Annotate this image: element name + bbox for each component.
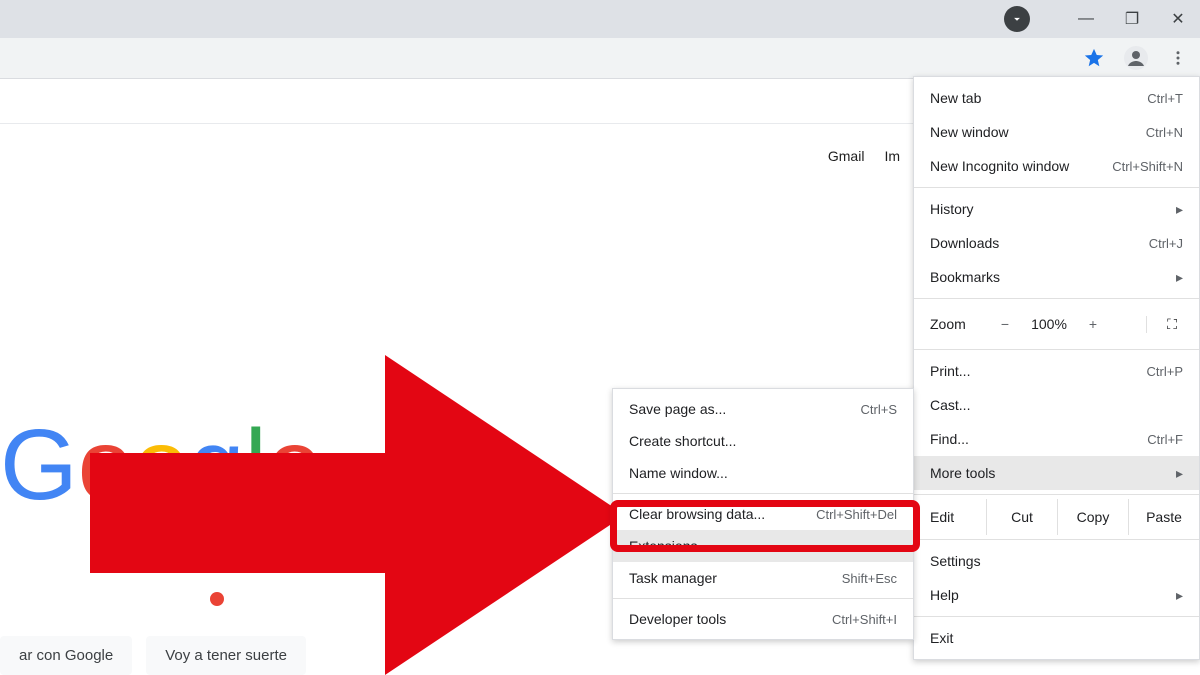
minimize-button[interactable]: — bbox=[1072, 5, 1100, 33]
submenu-item-savepage[interactable]: Save page as... Ctrl+S bbox=[613, 393, 913, 425]
bookmark-star-icon[interactable] bbox=[1080, 44, 1108, 72]
submenu-item-clearbrowsing[interactable]: Clear browsing data... Ctrl+Shift+Del bbox=[613, 498, 913, 530]
paste-button[interactable]: Paste bbox=[1128, 499, 1199, 535]
google-logo: G o o g l e bbox=[0, 415, 323, 515]
menu-item-find[interactable]: Find... Ctrl+F bbox=[914, 422, 1199, 456]
menu-item-cast[interactable]: Cast... bbox=[914, 388, 1199, 422]
menu-separator bbox=[914, 616, 1199, 617]
menu-item-label: Help bbox=[930, 587, 959, 603]
menu-item-incognito[interactable]: New Incognito window Ctrl+Shift+N bbox=[914, 149, 1199, 183]
menu-item-exit[interactable]: Exit bbox=[914, 621, 1199, 655]
menu-item-zoom: Zoom − 100% + ⛶ bbox=[914, 303, 1199, 345]
kebab-menu-icon[interactable] bbox=[1164, 44, 1192, 72]
google-search-button[interactable]: ar con Google bbox=[0, 636, 132, 675]
maximize-button[interactable]: ❐ bbox=[1118, 5, 1146, 33]
submenu-item-namewindow[interactable]: Name window... bbox=[613, 457, 913, 489]
menu-item-shortcut: Ctrl+P bbox=[1147, 364, 1183, 379]
logo-letter: g bbox=[189, 415, 245, 515]
cut-button[interactable]: Cut bbox=[986, 499, 1057, 535]
menu-item-downloads[interactable]: Downloads Ctrl+J bbox=[914, 226, 1199, 260]
menu-item-newtab[interactable]: New tab Ctrl+T bbox=[914, 81, 1199, 115]
menu-item-shortcut: Shift+Esc bbox=[842, 571, 897, 586]
logo-letter: e bbox=[267, 415, 323, 515]
submenu-item-extensions[interactable]: Extensions bbox=[613, 530, 913, 562]
profile-avatar-icon[interactable] bbox=[1122, 44, 1150, 72]
submenu-item-devtools[interactable]: Developer tools Ctrl+Shift+I bbox=[613, 603, 913, 635]
chrome-main-menu: New tab Ctrl+T New window Ctrl+N New Inc… bbox=[913, 76, 1200, 660]
close-button[interactable]: ✕ bbox=[1164, 5, 1192, 33]
toolbar bbox=[0, 38, 1200, 79]
menu-separator bbox=[914, 187, 1199, 188]
menu-item-edit: Edit Cut Copy Paste bbox=[914, 499, 1199, 535]
menu-item-label: New tab bbox=[930, 90, 981, 106]
submenu-item-createshortcut[interactable]: Create shortcut... bbox=[613, 425, 913, 457]
edit-label: Edit bbox=[930, 509, 986, 525]
menu-item-label: Downloads bbox=[930, 235, 999, 251]
menu-separator bbox=[914, 298, 1199, 299]
menu-item-shortcut: Ctrl+N bbox=[1146, 125, 1183, 140]
menu-item-moretools[interactable]: More tools ▸ bbox=[914, 456, 1199, 490]
menu-item-label: Print... bbox=[930, 363, 970, 379]
logo-letter: o bbox=[78, 415, 134, 515]
copy-button[interactable]: Copy bbox=[1057, 499, 1128, 535]
menu-item-label: New window bbox=[930, 124, 1009, 140]
menu-item-label: Exit bbox=[930, 630, 953, 646]
zoom-label: Zoom bbox=[930, 316, 988, 332]
images-link[interactable]: Im bbox=[884, 148, 900, 164]
menu-separator bbox=[613, 493, 913, 494]
download-indicator-icon[interactable] bbox=[1004, 6, 1030, 32]
menu-item-label: Find... bbox=[930, 431, 969, 447]
fullscreen-icon[interactable]: ⛶ bbox=[1146, 316, 1187, 333]
chevron-right-icon: ▸ bbox=[1176, 465, 1183, 482]
menu-item-help[interactable]: Help ▸ bbox=[914, 578, 1199, 612]
menu-item-label: Cast... bbox=[930, 397, 970, 413]
menu-item-shortcut: Ctrl+T bbox=[1147, 91, 1183, 106]
menu-item-bookmarks[interactable]: Bookmarks ▸ bbox=[914, 260, 1199, 294]
menu-item-shortcut: Ctrl+S bbox=[861, 402, 897, 417]
zoom-in-button[interactable]: + bbox=[1076, 316, 1110, 332]
menu-item-settings[interactable]: Settings bbox=[914, 544, 1199, 578]
menu-item-shortcut: Ctrl+Shift+N bbox=[1112, 159, 1183, 174]
zoom-out-button[interactable]: − bbox=[988, 316, 1022, 332]
menu-separator bbox=[914, 494, 1199, 495]
logo-letter: G bbox=[0, 415, 78, 515]
menu-item-newwindow[interactable]: New window Ctrl+N bbox=[914, 115, 1199, 149]
zoom-value: 100% bbox=[1022, 316, 1076, 332]
page-top-links: Gmail Im bbox=[828, 148, 900, 164]
more-tools-submenu: Save page as... Ctrl+S Create shortcut..… bbox=[612, 388, 914, 640]
voice-search-icon[interactable] bbox=[210, 592, 224, 606]
chevron-right-icon: ▸ bbox=[1176, 201, 1183, 218]
chevron-right-icon: ▸ bbox=[1176, 587, 1183, 604]
gmail-link[interactable]: Gmail bbox=[828, 148, 865, 164]
logo-letter: l bbox=[245, 415, 267, 515]
submenu-item-taskmanager[interactable]: Task manager Shift+Esc bbox=[613, 562, 913, 594]
feeling-lucky-button[interactable]: Voy a tener suerte bbox=[146, 636, 306, 675]
menu-item-label: Bookmarks bbox=[930, 269, 1000, 285]
menu-separator bbox=[914, 349, 1199, 350]
menu-separator bbox=[914, 539, 1199, 540]
menu-item-label: Extensions bbox=[629, 538, 697, 554]
menu-item-shortcut: Ctrl+Shift+I bbox=[832, 612, 897, 627]
menu-item-label: Save page as... bbox=[629, 401, 726, 417]
menu-item-shortcut: Ctrl+Shift+Del bbox=[816, 507, 897, 522]
menu-item-shortcut: Ctrl+J bbox=[1149, 236, 1183, 251]
menu-separator bbox=[613, 598, 913, 599]
menu-item-print[interactable]: Print... Ctrl+P bbox=[914, 354, 1199, 388]
menu-item-label: More tools bbox=[930, 465, 995, 481]
menu-item-label: Create shortcut... bbox=[629, 433, 736, 449]
chevron-right-icon: ▸ bbox=[1176, 269, 1183, 286]
window-titlebar: — ❐ ✕ bbox=[0, 0, 1200, 38]
menu-item-shortcut: Ctrl+F bbox=[1147, 432, 1183, 447]
menu-item-label: Settings bbox=[930, 553, 981, 569]
menu-item-label: History bbox=[930, 201, 974, 217]
menu-item-label: New Incognito window bbox=[930, 158, 1069, 174]
menu-item-history[interactable]: History ▸ bbox=[914, 192, 1199, 226]
logo-letter: o bbox=[133, 415, 189, 515]
menu-item-label: Task manager bbox=[629, 570, 717, 586]
menu-item-label: Clear browsing data... bbox=[629, 506, 765, 522]
menu-item-label: Name window... bbox=[629, 465, 728, 481]
menu-item-label: Developer tools bbox=[629, 611, 726, 627]
